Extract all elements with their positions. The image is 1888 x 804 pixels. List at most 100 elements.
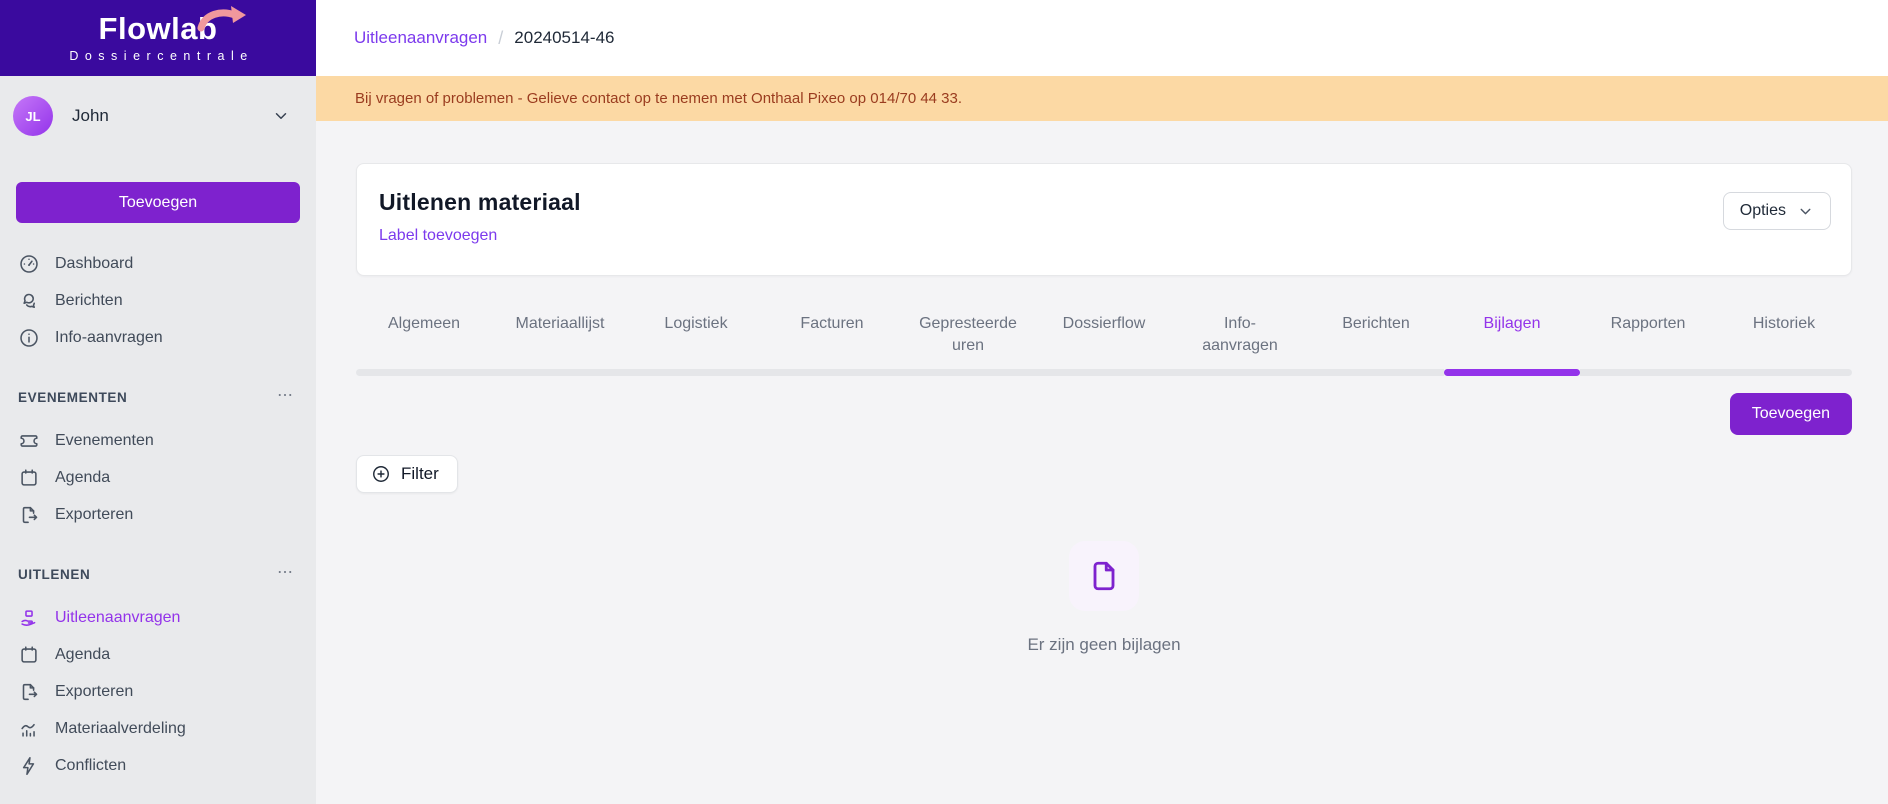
tab-info-aanvragen[interactable]: Info-aanvragen [1172,312,1308,376]
tab-underline [1580,369,1716,376]
tab-historiek[interactable]: Historiek [1716,312,1852,376]
section-title-uitlenen: UITLENEN [18,567,90,582]
gauge-icon [18,253,40,275]
tab-underline [764,369,900,376]
toevoegen-button[interactable]: Toevoegen [1730,393,1852,435]
sidebar-item-exporteren[interactable]: Exporteren [0,673,316,710]
filter-button-label: Filter [401,464,439,484]
toolbar: Toevoegen [356,393,1852,435]
sidebar-item-materiaalverdeling[interactable]: Materiaalverdeling [0,710,316,747]
section-menu-button[interactable] [276,386,294,409]
logo-arrow-icon [195,4,247,34]
sidebar-section-evenementen-items: Evenementen Agenda Exporteren [0,422,316,533]
tab-label: Facturen [800,312,863,369]
tab-label: Materiaallijst [516,312,605,369]
sidebar-item-label: Conflicten [55,757,126,775]
sidebar-item-agenda[interactable]: Agenda [0,459,316,496]
tab-gepresteerde-uren[interactable]: Gepresteerde uren [900,312,1036,376]
user-name: John [72,106,109,126]
tab-label: Dossierflow [1063,312,1146,369]
brand-logo[interactable]: Flowlab Dossiercentrale [0,0,316,76]
sidebar-item-label: Materiaalverdeling [55,720,186,738]
tab-bijlagen[interactable]: Bijlagen [1444,312,1580,376]
sidebar-item-conflicten[interactable]: Conflicten [0,747,316,784]
app-window: Flowlab Dossiercentrale JL John Toevoege… [0,0,1888,804]
sidebar-add-button[interactable]: Toevoegen [16,182,300,223]
tab-label: Berichten [1342,312,1410,369]
sidebar-item-agenda[interactable]: Agenda [0,636,316,673]
sidebar-section-evenementen: EVENEMENTEN EvenementenAgendaExporteren [0,386,316,533]
sidebar-item-label: Berichten [55,292,123,310]
tab-algemeen[interactable]: Algemeen [356,312,492,376]
tab-label: Historiek [1753,312,1815,369]
tab-underline [1716,369,1852,376]
calendar-icon [18,467,40,489]
sidebar-item-dashboard[interactable]: Dashboard [0,245,316,282]
ellipsis-icon [276,386,294,409]
tab-label: Logistiek [664,312,727,369]
opties-button-label: Opties [1740,202,1786,220]
tab-dossierflow[interactable]: Dossierflow [1036,312,1172,376]
tab-underline [1172,369,1308,376]
empty-state-icon-box [1069,541,1139,611]
tab-facturen[interactable]: Facturen [764,312,900,376]
tab-materiaallijst[interactable]: Materiaallijst [492,312,628,376]
sidebar-item-info-aanvragen[interactable]: Info-aanvragen [0,319,316,356]
tab-label: Rapporten [1611,312,1686,369]
breadcrumb-separator: / [498,28,503,49]
user-menu[interactable]: JL John [0,76,316,136]
file-export-icon [18,681,40,703]
brand-tagline: Dossiercentrale [62,49,253,63]
sidebar-item-label: Uitleenaanvragen [55,609,180,627]
sidebar-section-uitlenen: UITLENEN Uitleenaanvragen Agenda Exportere… [0,563,316,784]
tab-underline [1444,369,1580,376]
topbar: Uitleenaanvragen / 20240514-46 [316,0,1888,76]
file-export-icon [18,504,40,526]
tab-underline [492,369,628,376]
sidebar-item-label: Evenementen [55,432,154,450]
label-toevoegen-link[interactable]: Label toevoegen [379,227,581,245]
tab-underline [356,369,492,376]
breadcrumb: Uitleenaanvragen / 20240514-46 [354,28,615,49]
tab-rapporten[interactable]: Rapporten [1580,312,1716,376]
breadcrumb-current: 20240514-46 [514,28,614,48]
page-title: Uitlenen materiaal [379,189,581,216]
content: Uitlenen materiaal Label toevoegen Optie… [316,121,1888,804]
calendar-icon [18,644,40,666]
sidebar-item-label: Exporteren [55,506,133,524]
sidebar-item-uitleenaanvragen[interactable]: Uitleenaanvragen [0,599,316,636]
chevron-down-icon[interactable] [272,107,290,125]
avatar: JL [13,96,53,136]
page-header-card: Uitlenen materiaal Label toevoegen Optie… [356,163,1852,276]
tabs: Algemeen Materiaallijst Logistiek Facturen G… [356,312,1852,376]
sidebar-item-label: Exporteren [55,683,133,701]
notice-text: Bij vragen of problemen - Gelieve contac… [355,90,962,107]
info-circle-icon [18,327,40,349]
sidebar-item-label: Info-aanvragen [55,329,163,347]
chat-bubbles-icon [18,290,40,312]
filter-button[interactable]: Filter [356,455,458,493]
notice-banner: Bij vragen of problemen - Gelieve contac… [316,76,1888,121]
sidebar-item-berichten[interactable]: Berichten [0,282,316,319]
section-menu-button[interactable] [276,563,294,586]
breadcrumb-link[interactable]: Uitleenaanvragen [354,28,487,48]
chevron-down-icon [1797,203,1814,220]
tab-berichten[interactable]: Berichten [1308,312,1444,376]
hand-box-icon [18,607,40,629]
tab-label: Algemeen [388,312,460,369]
sidebar-item-evenementen[interactable]: Evenementen [0,422,316,459]
tab-underline [628,369,764,376]
tab-label: Gepresteerde uren [918,312,1018,369]
sidebar-item-exporteren[interactable]: Exporteren [0,496,316,533]
sidebar-item-label: Agenda [55,646,110,664]
empty-state: Er zijn geen bijlagen [356,541,1852,655]
opties-button[interactable]: Opties [1723,192,1831,230]
tab-logistiek[interactable]: Logistiek [628,312,764,376]
sidebar-section-uitlenen-items: Uitleenaanvragen Agenda Exporteren Materiaa… [0,599,316,784]
sidebar-nav-top: Dashboard Berichten Info-aanvragen [0,245,316,356]
ellipsis-icon [276,563,294,586]
plus-circle-icon [371,464,391,484]
main-area: Uitleenaanvragen / 20240514-46 Bij vrage… [316,0,1888,804]
tab-underline [1308,369,1444,376]
brand-name: Flowlab [99,13,218,44]
